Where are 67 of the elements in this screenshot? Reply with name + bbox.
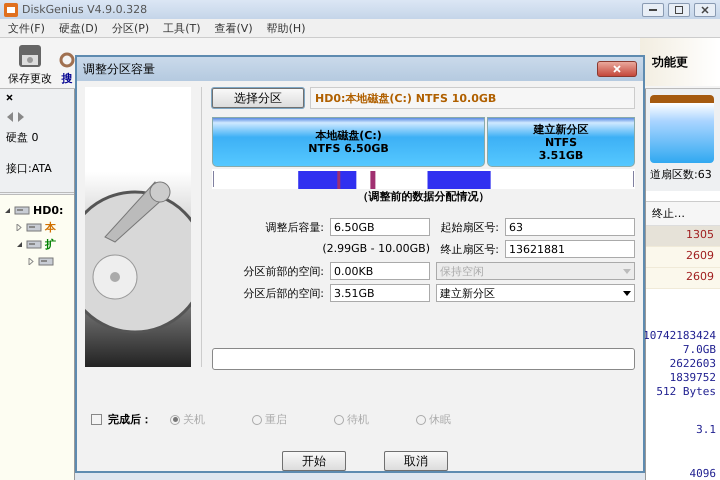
info-value: 10742183424 <box>643 329 716 342</box>
field-label: 终止扇区号: <box>439 242 499 256</box>
window-title: DiskGenius V4.9.0.328 <box>22 3 148 16</box>
menu-item[interactable]: 查看(V) <box>214 20 253 36</box>
close-icon <box>701 6 709 14</box>
menu-item[interactable]: 文件(F) <box>8 20 45 36</box>
disk-label: 硬盘 0 <box>6 130 40 145</box>
banner: 功能更 <box>640 38 720 86</box>
field-label: 调整后容量: <box>264 220 324 234</box>
info-value: 3.1 <box>696 423 716 436</box>
close-icon <box>613 65 621 73</box>
dialog-title: 调整分区容量 <box>83 60 155 78</box>
partition-block <box>650 95 714 163</box>
minimize-button[interactable] <box>642 2 664 17</box>
drive-icon <box>14 205 30 215</box>
toolbar-button[interactable]: 保存更改 <box>8 43 52 86</box>
tree-label[interactable]: HD0: <box>33 204 64 216</box>
info-value: 4096 <box>690 467 716 480</box>
toolbar-button[interactable]: 搜 <box>58 51 76 86</box>
info-value: 512 Bytes <box>656 385 716 398</box>
size-field[interactable]: 6.50GB <box>330 218 430 236</box>
expander-icon[interactable] <box>16 240 23 248</box>
maximize-icon <box>675 6 683 14</box>
drive-icon <box>26 239 42 249</box>
right-arrow-icon[interactable] <box>17 112 25 122</box>
menu-item[interactable]: 帮助(H) <box>266 20 306 36</box>
dropdown-caret-icon <box>623 290 631 296</box>
interface-label: 接口:ATA <box>6 161 53 176</box>
option-dropdown[interactable]: 建立新分区 <box>436 284 635 302</box>
dialog-button[interactable]: 开始 <box>282 451 346 471</box>
space-after-field[interactable]: 3.51GB <box>330 284 430 302</box>
partition-field: HD0:本地磁盘(C:) NTFS 10.0GB <box>310 87 635 109</box>
table-cell: 2609 <box>646 268 720 289</box>
end-sector-field[interactable]: 13621881 <box>505 240 635 258</box>
checkbox[interactable] <box>91 414 102 425</box>
menu-item[interactable]: 硬盘(D) <box>58 20 98 36</box>
drive-icon <box>38 256 54 266</box>
column-header[interactable]: 终止… <box>646 201 720 226</box>
tree-label[interactable]: 扩 <box>45 236 56 252</box>
table-cell: 2609 <box>646 247 720 268</box>
menu-item[interactable]: 工具(T) <box>163 20 201 36</box>
sector-count: 道扇区数:63 <box>650 167 713 182</box>
select-partition-button[interactable]: 选择分区 <box>212 88 304 108</box>
info-value: 7.0GB <box>682 343 716 356</box>
minimize-icon <box>649 8 657 11</box>
close-button[interactable] <box>694 2 716 17</box>
field-label: 分区前部的空间: <box>242 264 324 278</box>
app-logo-icon <box>4 2 18 17</box>
expander-icon[interactable] <box>4 206 11 214</box>
start-sector-field[interactable]: 63 <box>505 218 635 236</box>
size-range: (2.99GB - 10.00GB) <box>322 241 430 257</box>
distribution-caption: （调整前的数据分配情况） <box>356 189 490 204</box>
menu-item[interactable]: 分区(P) <box>112 20 150 36</box>
left-arrow-icon[interactable] <box>6 112 14 122</box>
field-label: 起始扇区号: <box>439 220 499 234</box>
dropdown-caret-icon <box>623 268 631 274</box>
checkbox-label: 完成后： <box>108 412 153 427</box>
maximize-button[interactable] <box>668 2 690 17</box>
partition-block[interactable]: 建立新分区 NTFS 3.51GB <box>487 117 635 167</box>
table-cell: 1305 <box>646 226 720 247</box>
info-value: 1839752 <box>670 371 716 384</box>
drive-icon <box>26 222 42 232</box>
info-value: 2622603 <box>670 357 716 370</box>
field-label: 分区后部的空间: <box>242 286 324 300</box>
dialog-button[interactable]: 取消 <box>384 451 448 471</box>
partition-block[interactable]: 本地磁盘(C:) NTFS 6.50GB <box>212 117 486 167</box>
close-button[interactable] <box>597 61 637 77</box>
